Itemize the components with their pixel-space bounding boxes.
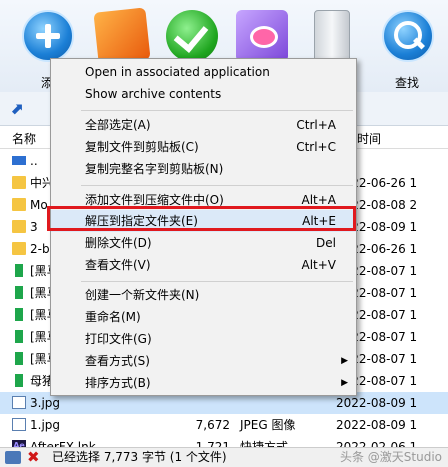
file-name: ..: [30, 154, 38, 168]
menu-item-label: 复制完整名字到剪贴板(N): [85, 162, 224, 176]
file-size: 7,672: [195, 418, 230, 432]
add-icon: [22, 10, 74, 62]
green-file-icon: [15, 286, 23, 299]
table-row[interactable]: 1.jpg 7,672 JPEG 图像 2022-08-09 1: [0, 414, 448, 436]
test-icon: [166, 10, 218, 62]
parent-folder-icon: [12, 156, 26, 165]
context-menu: Open in associated application Show arch…: [50, 58, 357, 396]
folder-icon: [12, 220, 26, 233]
menu-item-view-file[interactable]: 查看文件(V) Alt+V: [51, 254, 356, 276]
menu-item-shortcut: Ctrl+C: [296, 140, 336, 154]
menu-item-label: 查看方式(S): [85, 354, 150, 368]
menu-separator: [81, 110, 353, 111]
status-bar: ✖ 已经选择 7,773 字节 (1 个文件) 头条 @激天Studio: [0, 447, 448, 467]
image-file-icon: [12, 418, 26, 431]
extract-icon: [93, 7, 151, 65]
menu-item-label: 查看文件(V): [85, 258, 151, 272]
file-date: 2022-08-09 1: [336, 418, 418, 432]
menu-item-extract-to-folder[interactable]: 解压到指定文件夹(E) Alt+E: [51, 210, 356, 232]
menu-item-sort-mode[interactable]: 排序方式(B) ▶: [51, 372, 356, 394]
menu-item-label: 全部选定(A): [85, 118, 151, 132]
submenu-arrow-icon: ▶: [341, 378, 348, 388]
menu-item-label: 打印文件(G): [85, 332, 152, 346]
menu-item-shortcut: Ctrl+A: [296, 118, 336, 132]
green-file-icon: [15, 330, 23, 343]
view-icon: [236, 10, 288, 62]
menu-separator: [81, 281, 353, 282]
column-header-name[interactable]: 名称: [12, 130, 36, 147]
file-type: JPEG 图像: [240, 418, 296, 432]
menu-item-label: 创建一个新文件夹(N): [85, 288, 200, 302]
green-file-icon: [15, 352, 23, 365]
menu-item-select-all[interactable]: 全部选定(A) Ctrl+A: [51, 114, 356, 136]
watermark: 头条 @激天Studio: [339, 450, 442, 464]
green-file-icon: [15, 308, 23, 321]
menu-item-shortcut: Alt+A: [301, 193, 336, 207]
menu-item-shortcut: Del: [316, 236, 336, 250]
column-header-date[interactable]: 时间: [357, 130, 381, 147]
image-file-icon: [12, 396, 26, 409]
find-button[interactable]: 查找: [378, 6, 436, 90]
menu-item-label: 删除文件(D): [85, 236, 152, 250]
menu-item-shortcut: Alt+V: [301, 258, 336, 272]
menu-item-label: 解压到指定文件夹(E): [85, 214, 198, 228]
drive-icon: [5, 451, 21, 464]
menu-item-label: Show archive contents: [85, 87, 222, 101]
menu-item-label: 排序方式(B): [85, 376, 151, 390]
file-name: Mo: [30, 198, 48, 212]
menu-item-copy-to-clipboard[interactable]: 复制文件到剪贴板(C) Ctrl+C: [51, 136, 356, 158]
find-button-label: 查找: [394, 76, 419, 90]
menu-item-copy-full-name[interactable]: 复制完整名字到剪贴板(N): [51, 158, 356, 180]
menu-item-show-archive[interactable]: Show archive contents: [51, 83, 356, 105]
status-text: 已经选择 7,773 字节 (1 个文件): [52, 450, 227, 464]
menu-item-print[interactable]: 打印文件(G): [51, 328, 356, 350]
menu-item-label: 重命名(M): [85, 310, 141, 324]
file-name: 1.jpg: [30, 418, 61, 432]
menu-item-label: 复制文件到剪贴板(C): [85, 140, 199, 154]
menu-item-label: Open in associated application: [85, 65, 270, 79]
menu-item-add-to-archive[interactable]: 添加文件到压缩文件中(O) Alt+A: [51, 189, 356, 211]
find-icon: [382, 10, 434, 62]
file-name: 3: [30, 220, 38, 234]
green-file-icon: [15, 264, 23, 277]
submenu-arrow-icon: ▶: [341, 356, 348, 366]
close-x-icon: ✖: [27, 448, 40, 466]
menu-item-shortcut: Alt+E: [302, 214, 336, 228]
green-file-icon: [15, 374, 23, 387]
menu-item-label: 添加文件到压缩文件中(O): [85, 193, 224, 207]
folder-icon: [12, 242, 26, 255]
folder-icon: [12, 176, 26, 189]
menu-item-view-mode[interactable]: 查看方式(S) ▶: [51, 350, 356, 372]
menu-item-rename[interactable]: 重命名(M): [51, 306, 356, 328]
file-name: 2-b: [30, 242, 50, 256]
menu-separator: [81, 185, 353, 186]
delete-icon: [314, 10, 350, 62]
menu-item-open-associated[interactable]: Open in associated application: [51, 61, 356, 83]
up-arrow-icon[interactable]: ⬈: [10, 99, 23, 118]
folder-icon: [12, 198, 26, 211]
menu-item-new-folder[interactable]: 创建一个新文件夹(N): [51, 284, 356, 306]
menu-item-delete-file[interactable]: 删除文件(D) Del: [51, 232, 356, 254]
